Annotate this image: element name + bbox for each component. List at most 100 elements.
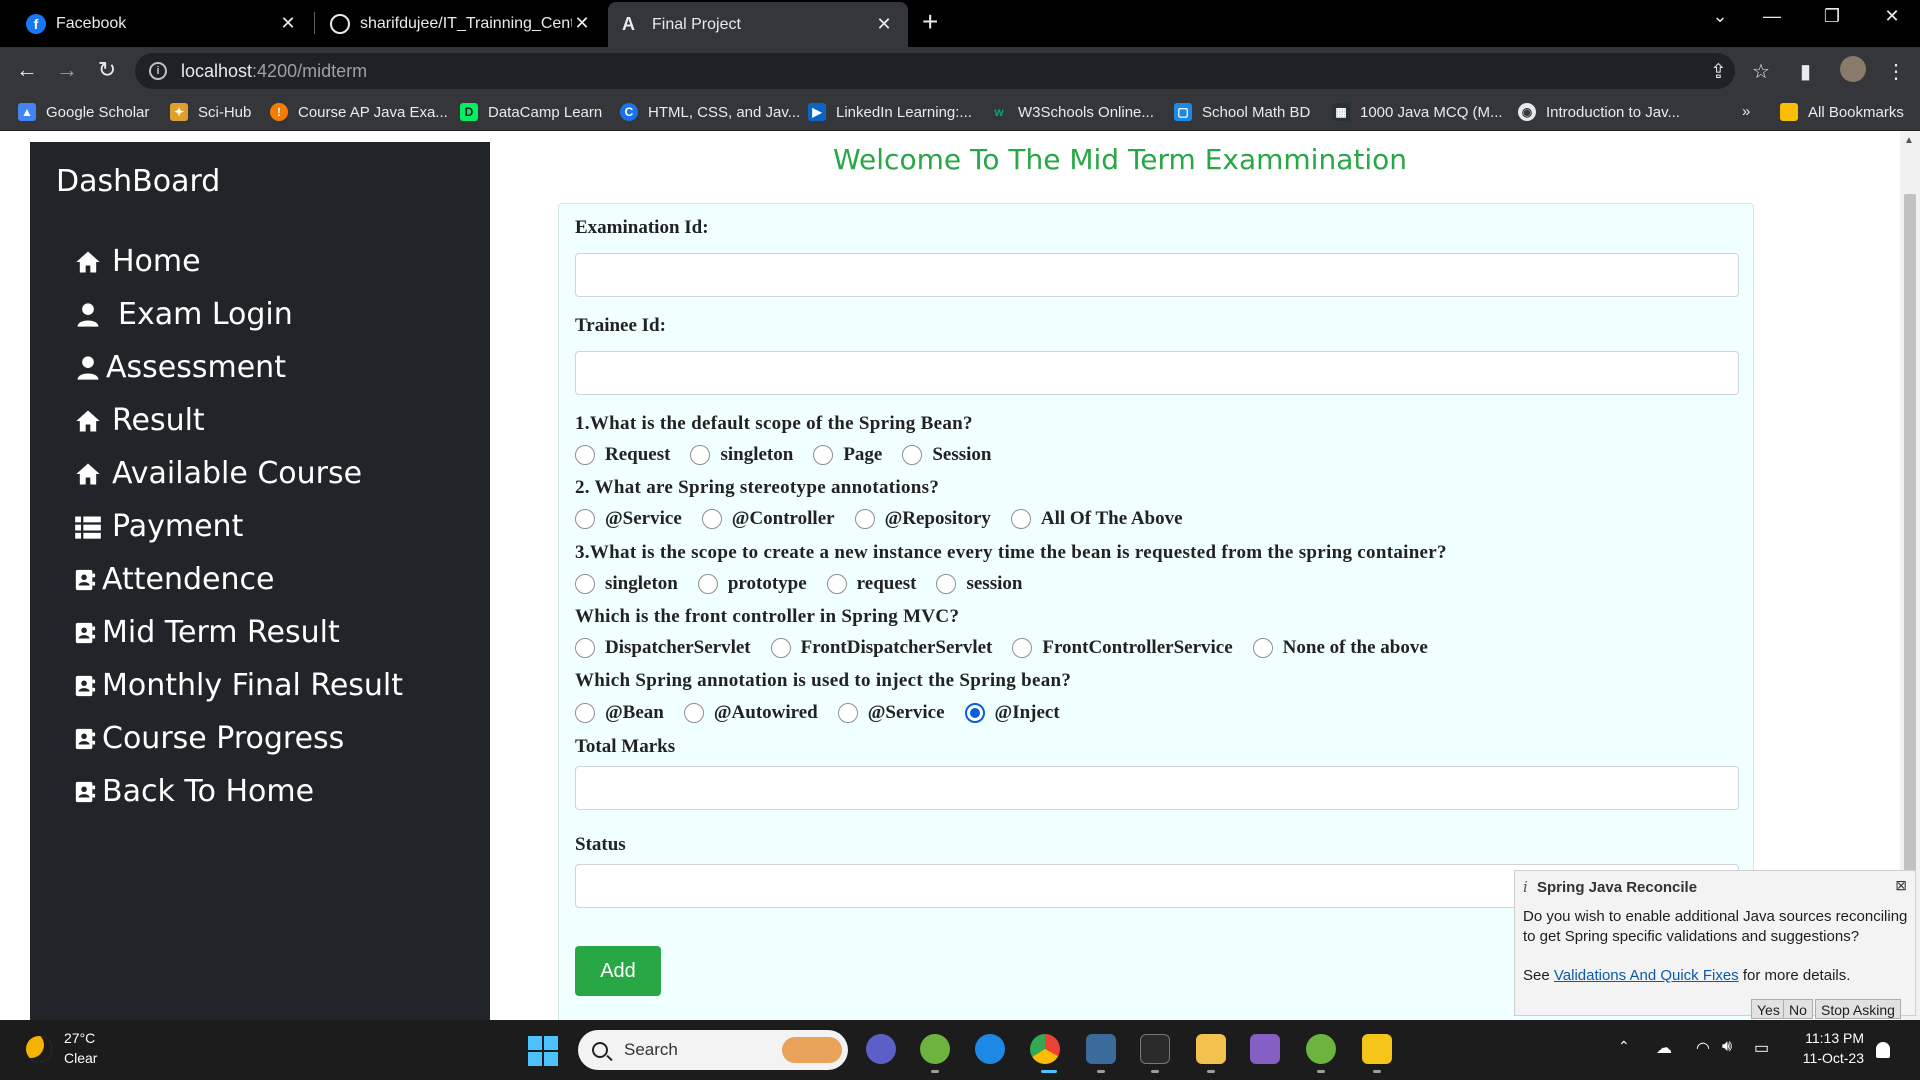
close-icon[interactable]: ✕ bbox=[572, 13, 592, 34]
share-icon[interactable]: ⇪ bbox=[1710, 59, 1727, 84]
sidebar-item-back-to-home[interactable]: Back To Home bbox=[74, 774, 314, 809]
sidebar-item-payment[interactable]: Payment bbox=[74, 509, 243, 544]
q2-option-controller[interactable]: @Controller bbox=[701, 508, 835, 530]
app-store-icon[interactable] bbox=[975, 1034, 1005, 1064]
q4-option-none[interactable]: None of the above bbox=[1252, 637, 1428, 659]
close-icon[interactable]: ⊠ bbox=[1895, 877, 1907, 894]
validations-link[interactable]: Validations And Quick Fixes bbox=[1554, 967, 1739, 984]
avatar[interactable] bbox=[1840, 56, 1866, 82]
scrollbar-thumb[interactable] bbox=[1904, 194, 1916, 874]
sidebar-item-exam-login[interactable]: Exam Login bbox=[74, 297, 293, 332]
no-button[interactable]: No bbox=[1783, 999, 1813, 1019]
radio-button[interactable] bbox=[902, 445, 923, 465]
minimize-button[interactable]: — bbox=[1752, 6, 1792, 27]
radio-button[interactable] bbox=[575, 445, 595, 465]
sidebar-item-mid-term-result[interactable]: Mid Term Result bbox=[74, 615, 340, 650]
forward-button[interactable]: → bbox=[52, 57, 82, 83]
tab-search-chevron-icon[interactable]: ⌄ bbox=[1700, 6, 1740, 27]
radio-button[interactable] bbox=[575, 638, 595, 658]
stop-asking-button[interactable]: Stop Asking bbox=[1815, 999, 1901, 1019]
examination-id-input[interactable] bbox=[575, 253, 1739, 297]
bookmark-star-icon[interactable]: ☆ bbox=[1752, 59, 1770, 84]
taskbar-search[interactable]: Search bbox=[578, 1030, 848, 1070]
bookmark-w3schools[interactable]: w W3Schools Online... bbox=[990, 103, 1154, 121]
bookmark-course-ap[interactable]: ! Course AP Java Exa... bbox=[270, 103, 448, 121]
notification-bell-icon[interactable] bbox=[1876, 1042, 1890, 1058]
q3-option-prototype[interactable]: prototype bbox=[697, 573, 807, 595]
meet-icon[interactable] bbox=[866, 1034, 896, 1064]
bookmark-html-css[interactable]: C HTML, CSS, and Jav... bbox=[620, 103, 800, 121]
q4-option-frontdispatcherservlet[interactable]: FrontDispatcherServlet bbox=[770, 637, 992, 659]
q1-option-singleton[interactable]: singleton bbox=[690, 444, 793, 466]
tray-chevron-up-icon[interactable]: ⌃ bbox=[1618, 1038, 1630, 1055]
q1-option-request[interactable]: Request bbox=[575, 444, 670, 466]
address-bar[interactable]: i localhost :4200/midterm bbox=[135, 53, 1735, 89]
trainee-id-input[interactable] bbox=[575, 351, 1739, 395]
sidebar-item-home[interactable]: Home bbox=[74, 244, 201, 279]
radio-button[interactable] bbox=[936, 574, 957, 594]
wifi-icon[interactable]: ◠ bbox=[1696, 1038, 1710, 1058]
spring-tool-icon[interactable] bbox=[920, 1034, 950, 1064]
q3-option-session[interactable]: session bbox=[936, 573, 1022, 595]
close-icon[interactable]: ✕ bbox=[874, 14, 894, 35]
notes-app-icon[interactable] bbox=[1362, 1034, 1392, 1064]
back-button[interactable]: ← bbox=[12, 57, 42, 83]
visual-studio-icon[interactable] bbox=[1250, 1034, 1280, 1064]
volume-icon[interactable]: 🔊︎ bbox=[1722, 1038, 1732, 1056]
sidebar-item-monthly-final-result[interactable]: Monthly Final Result bbox=[74, 668, 403, 703]
sidebar-item-assessment[interactable]: Assessment bbox=[74, 350, 286, 385]
q1-option-session[interactable]: Session bbox=[902, 444, 992, 466]
q3-option-singleton[interactable]: singleton bbox=[575, 573, 678, 595]
radio-button[interactable] bbox=[826, 574, 847, 594]
chrome-icon[interactable] bbox=[1030, 1034, 1060, 1064]
radio-button[interactable] bbox=[837, 703, 858, 723]
menu-icon[interactable]: ⋮ bbox=[1886, 59, 1906, 84]
bookmark-google-scholar[interactable]: ▲ Google Scholar bbox=[18, 103, 149, 121]
tab-final-project[interactable]: A Final Project ✕ bbox=[608, 2, 908, 47]
bookmark-datacamp[interactable]: D DataCamp Learn bbox=[460, 103, 602, 121]
bookmarks-overflow-button[interactable]: » bbox=[1742, 103, 1750, 120]
bookmark-sci-hub[interactable]: ✦ Sci-Hub bbox=[170, 103, 251, 121]
mysql-workbench-icon[interactable] bbox=[1086, 1034, 1116, 1064]
site-info-icon[interactable]: i bbox=[149, 62, 167, 80]
radio-button[interactable] bbox=[1252, 638, 1273, 658]
radio-button[interactable] bbox=[770, 638, 791, 658]
sidebar-item-available-course[interactable]: Available Course bbox=[74, 456, 362, 491]
total-marks-input[interactable] bbox=[575, 766, 1739, 810]
sidebar-item-course-progress[interactable]: Course Progress bbox=[74, 721, 344, 756]
bookmark-intro-java[interactable]: ◉ Introduction to Jav... bbox=[1518, 103, 1680, 121]
sidebar-item-result[interactable]: Result bbox=[74, 403, 205, 438]
tab-github[interactable]: sharifdujee/IT_Trainning_Center... ✕ bbox=[316, 4, 606, 43]
new-tab-button[interactable]: + bbox=[922, 6, 938, 38]
start-button[interactable] bbox=[528, 1036, 558, 1066]
close-window-button[interactable]: ✕ bbox=[1872, 6, 1912, 27]
q5-option-autowired[interactable]: @Autowired bbox=[683, 702, 818, 724]
bookmark-linkedin-learning[interactable]: ▶ LinkedIn Learning:... bbox=[808, 103, 972, 121]
moon-icon[interactable] bbox=[26, 1036, 52, 1062]
radio-button[interactable] bbox=[1010, 509, 1031, 529]
terminal-icon[interactable] bbox=[1140, 1034, 1170, 1064]
clock-date[interactable]: 11-Oct-23 bbox=[1790, 1050, 1864, 1066]
scroll-up-arrow-icon[interactable]: ▲ bbox=[1904, 135, 1914, 146]
weather-condition[interactable]: Clear bbox=[64, 1050, 97, 1066]
q2-option-all[interactable]: All Of The Above bbox=[1010, 508, 1183, 530]
spring-tool-icon-2[interactable] bbox=[1306, 1034, 1336, 1064]
q4-option-dispatcherservlet[interactable]: DispatcherServlet bbox=[575, 637, 751, 659]
all-bookmarks-button[interactable]: All Bookmarks bbox=[1780, 103, 1904, 121]
sidebar-item-attendence[interactable]: Attendence bbox=[74, 562, 274, 597]
add-button[interactable]: Add bbox=[575, 946, 661, 996]
reload-button[interactable]: ↻ bbox=[92, 57, 122, 83]
q5-option-bean[interactable]: @Bean bbox=[575, 702, 664, 724]
battery-icon[interactable]: ▭ bbox=[1754, 1038, 1769, 1058]
q5-option-service[interactable]: @Service bbox=[837, 702, 945, 724]
file-explorer-icon[interactable] bbox=[1196, 1034, 1226, 1064]
radio-button-selected[interactable] bbox=[964, 703, 985, 723]
radio-button[interactable] bbox=[575, 703, 595, 723]
radio-button[interactable] bbox=[683, 703, 704, 723]
onedrive-icon[interactable]: ☁ bbox=[1656, 1038, 1672, 1058]
restore-button[interactable]: ❐ bbox=[1812, 6, 1852, 27]
radio-button[interactable] bbox=[690, 445, 711, 465]
q3-option-request[interactable]: request bbox=[826, 573, 916, 595]
tab-facebook[interactable]: f Facebook ✕ bbox=[12, 4, 312, 43]
radio-button[interactable] bbox=[854, 509, 875, 529]
